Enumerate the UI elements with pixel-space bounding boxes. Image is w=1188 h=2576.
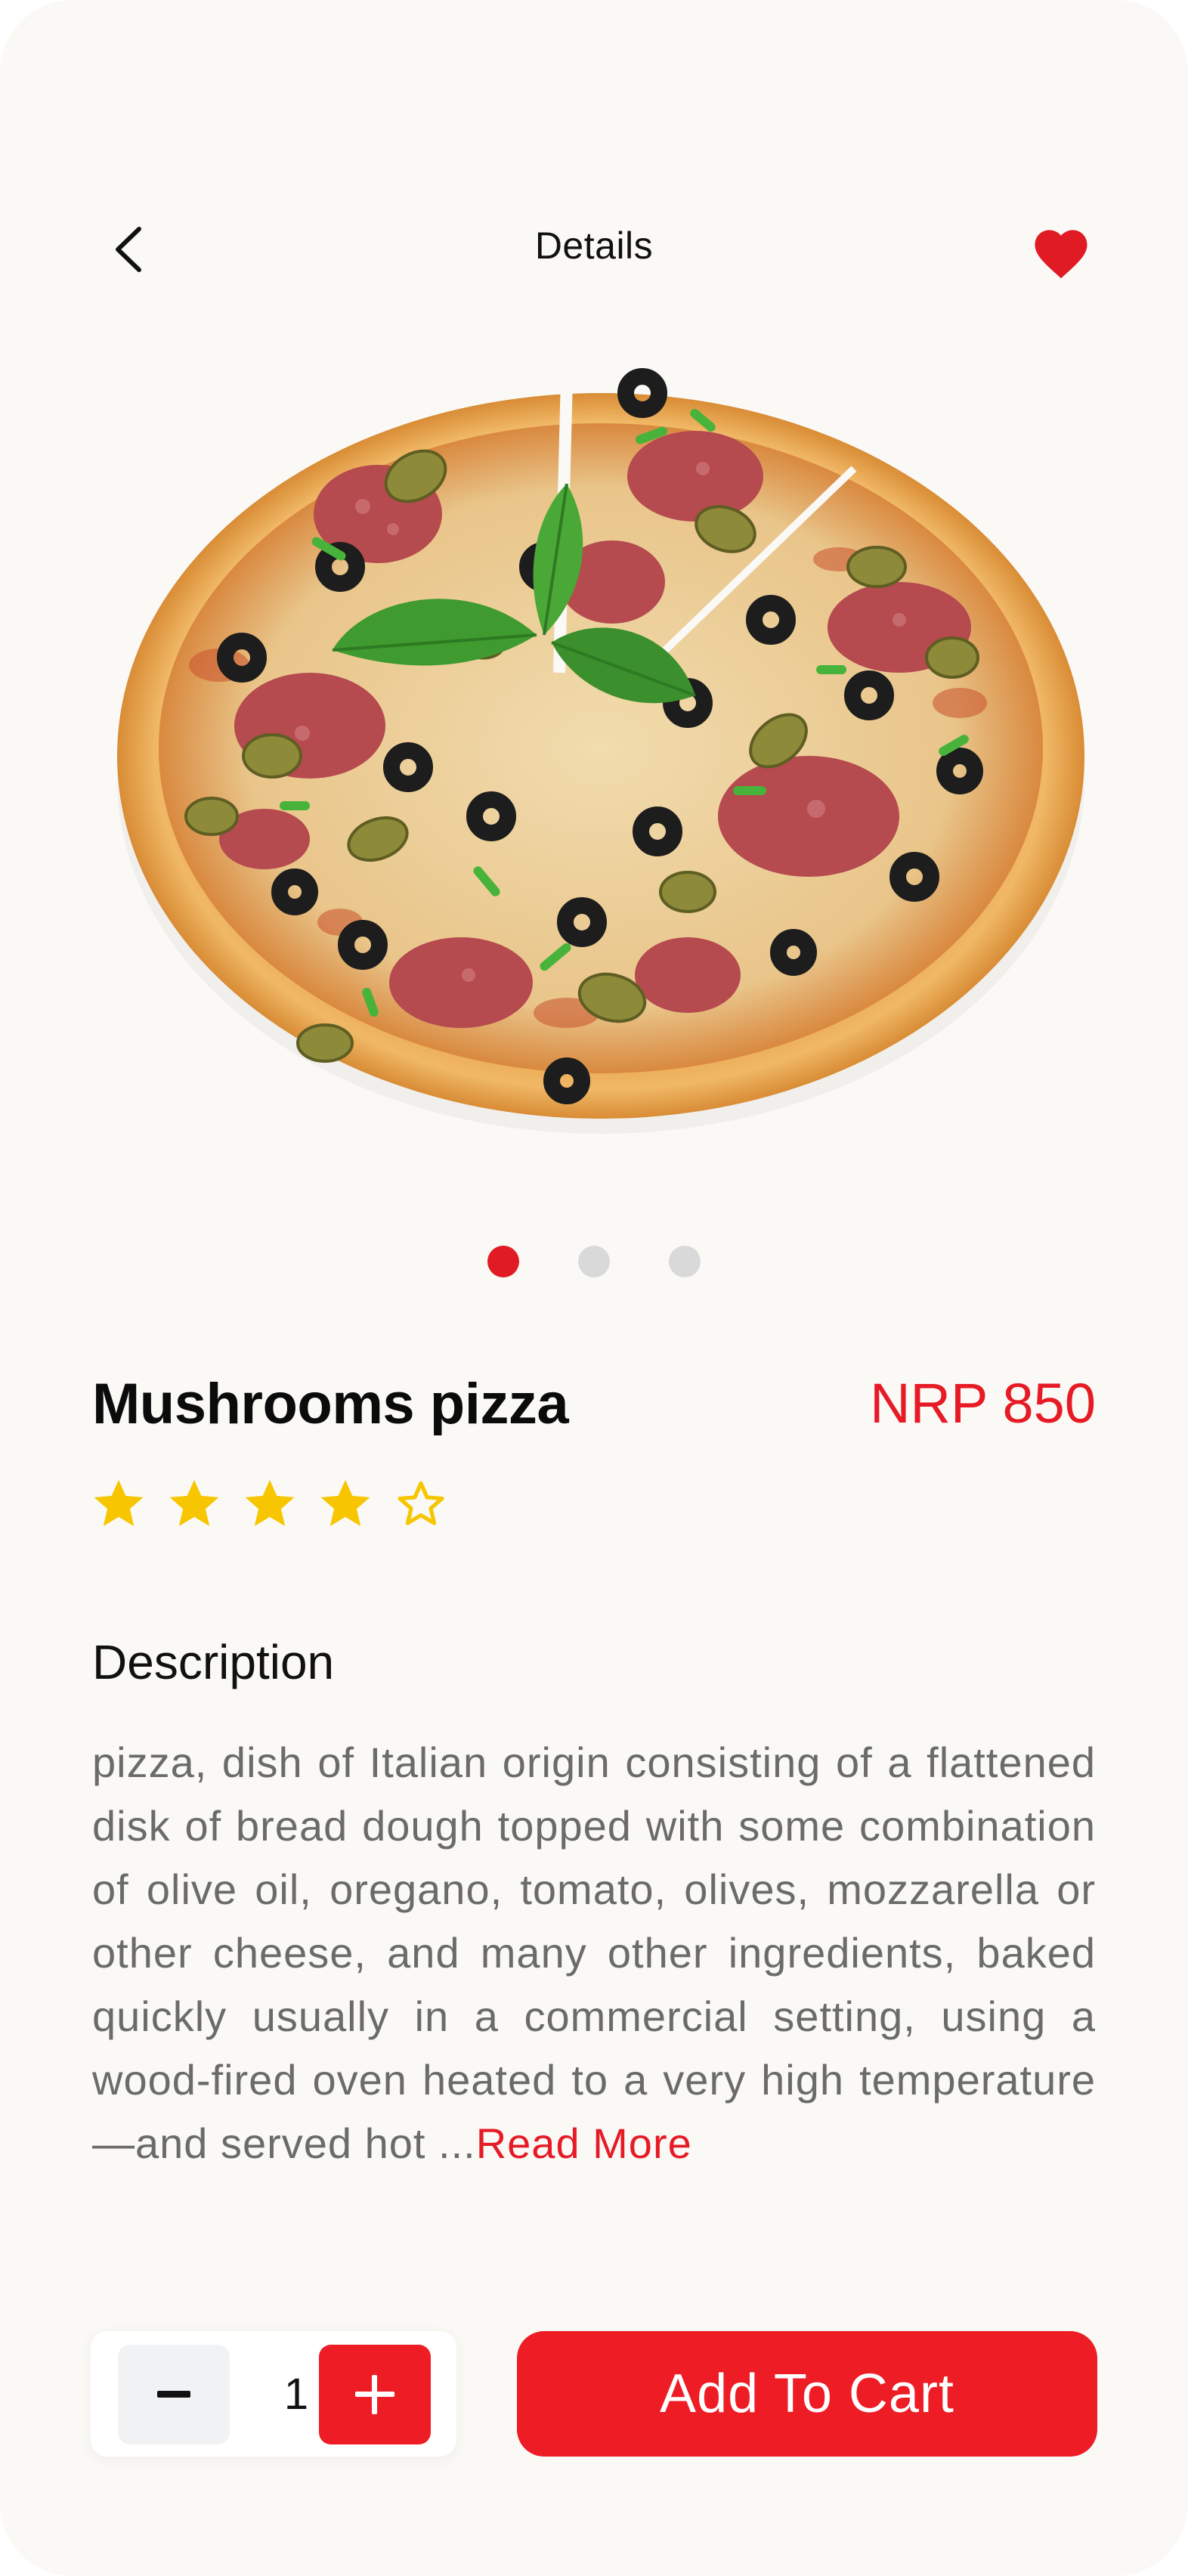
carousel-dot-3[interactable]: [669, 1246, 701, 1277]
carousel-dots: [0, 1246, 1188, 1277]
pizza-image[interactable]: [113, 348, 1088, 1149]
heart-filled-icon: [1035, 230, 1087, 279]
product-price: NRP 850: [870, 1372, 1096, 1435]
star-filled-icon: [169, 1479, 219, 1526]
read-more-link[interactable]: Read More: [476, 2119, 692, 2167]
add-to-cart-button[interactable]: Add To Cart: [517, 2331, 1097, 2457]
product-name: Mushrooms pizza: [92, 1372, 569, 1436]
increase-quantity-button[interactable]: [319, 2345, 431, 2444]
description-body: pizza, dish of Italian origin consisting…: [92, 1738, 1096, 2167]
star-outline-icon: [398, 1481, 444, 1525]
plus-icon: [355, 2375, 394, 2414]
rating-stars: [89, 1475, 450, 1534]
carousel-dot-1[interactable]: [487, 1246, 519, 1277]
carousel-dot-2[interactable]: [578, 1246, 610, 1277]
description-text: pizza, dish of Italian origin consisting…: [92, 1731, 1096, 2175]
favorite-button[interactable]: [1025, 215, 1097, 287]
decrease-quantity-button[interactable]: [118, 2345, 230, 2444]
details-screen: Details Mushrooms pizza NRP 850 Descript…: [0, 0, 1188, 2576]
quantity-stepper: 1: [91, 2331, 456, 2457]
minus-icon: [157, 2391, 190, 2398]
description-heading: Description: [92, 1635, 335, 1689]
star-filled-icon: [245, 1479, 295, 1526]
star-filled-icon: [94, 1479, 144, 1526]
quantity-value: 1: [283, 2370, 309, 2419]
star-filled-icon: [320, 1479, 370, 1526]
page-title: Details: [534, 224, 654, 267]
